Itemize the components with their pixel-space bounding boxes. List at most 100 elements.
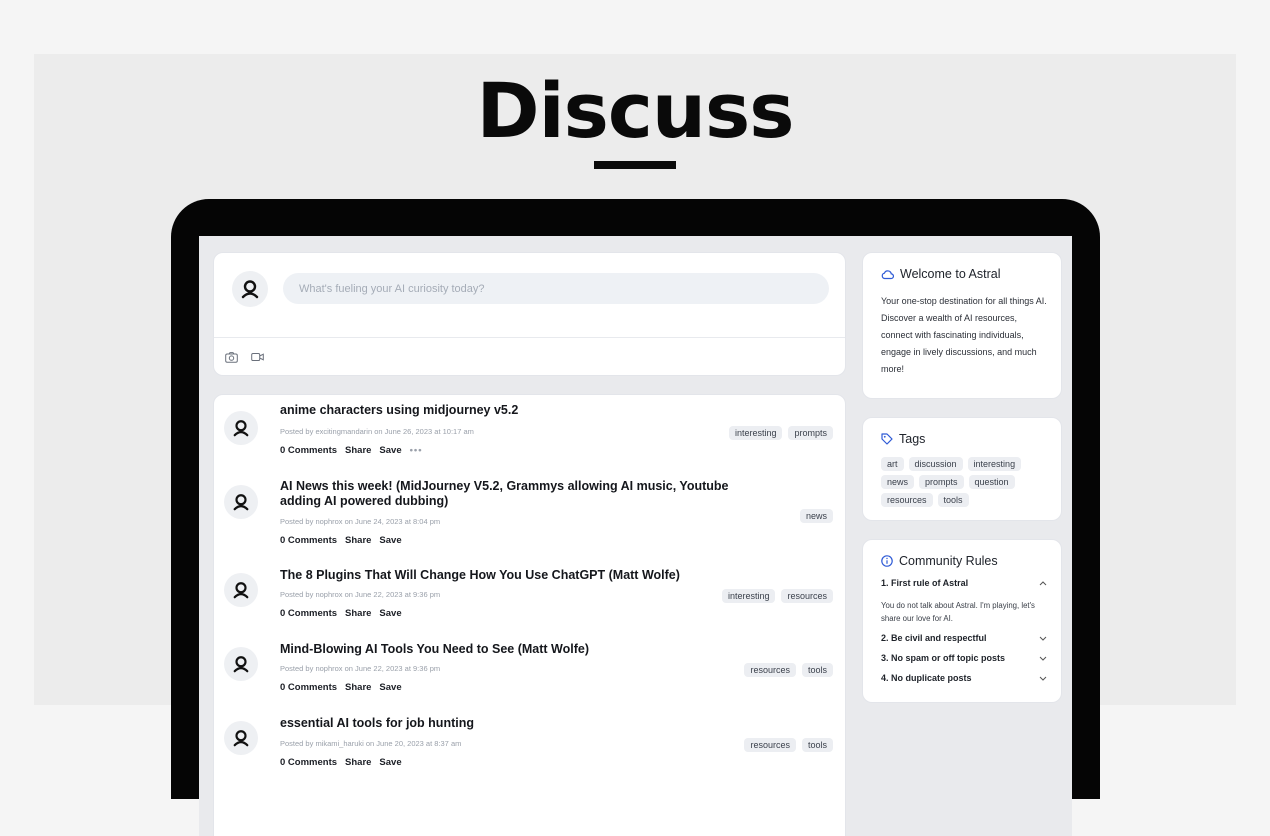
comments-link[interactable]: 0 Comments bbox=[280, 757, 337, 768]
post-actions: 0 Comments Share Save bbox=[280, 535, 402, 546]
post-meta: Posted by nophrox on June 24, 2023 at 8:… bbox=[280, 517, 441, 526]
post-tags: resources tools bbox=[744, 738, 833, 752]
rule-label: 2. Be civil and respectful bbox=[881, 633, 987, 643]
tag-chip[interactable]: discussion bbox=[908, 457, 963, 471]
share-button[interactable]: Share bbox=[345, 445, 371, 456]
tag-chip[interactable]: resources bbox=[744, 738, 796, 752]
avatar[interactable] bbox=[224, 485, 258, 519]
avatar[interactable] bbox=[224, 721, 258, 755]
post-meta: Posted by mikami_haruki on June 20, 2023… bbox=[280, 739, 462, 748]
camera-icon[interactable] bbox=[224, 350, 238, 364]
post-meta: Posted by nophrox on June 22, 2023 at 9:… bbox=[280, 590, 441, 599]
app-screen: anime characters using midjourney v5.2 P… bbox=[199, 236, 1072, 836]
rule-item-1[interactable]: 1. First rule of Astral bbox=[881, 578, 1047, 588]
rule-item-3[interactable]: 3. No spam or off topic posts bbox=[881, 653, 1047, 663]
more-options-icon[interactable]: ••• bbox=[410, 445, 423, 456]
save-button[interactable]: Save bbox=[379, 682, 401, 693]
post-actions: 0 Comments Share Save bbox=[280, 757, 402, 768]
chevron-down-icon bbox=[1039, 656, 1047, 661]
video-icon[interactable] bbox=[250, 350, 264, 364]
tag-chip[interactable]: prompts bbox=[919, 475, 964, 489]
chevron-down-icon bbox=[1039, 636, 1047, 641]
tag-chip[interactable]: tools bbox=[937, 493, 969, 507]
share-button[interactable]: Share bbox=[345, 682, 371, 693]
rule-label: 1. First rule of Astral bbox=[881, 578, 969, 588]
comments-link[interactable]: 0 Comments bbox=[280, 535, 337, 546]
comments-link[interactable]: 0 Comments bbox=[280, 682, 337, 693]
composer-input[interactable] bbox=[283, 273, 829, 304]
cloud-icon bbox=[881, 270, 894, 280]
tags-title: Tags bbox=[899, 432, 926, 446]
tag-chip[interactable]: question bbox=[968, 475, 1015, 489]
rule-item-2[interactable]: 2. Be civil and respectful bbox=[881, 633, 1047, 643]
tag-chip[interactable]: prompts bbox=[788, 426, 833, 440]
post-tags: resources tools bbox=[744, 663, 833, 677]
tags-card: Tags art discussion interesting news pro… bbox=[862, 417, 1062, 521]
user-icon bbox=[233, 420, 249, 437]
avatar[interactable] bbox=[224, 411, 258, 445]
post-title[interactable]: essential AI tools for job hunting bbox=[280, 716, 770, 731]
save-button[interactable]: Save bbox=[379, 608, 401, 619]
rules-title: Community Rules bbox=[899, 554, 998, 568]
hero-title: Discuss bbox=[476, 66, 794, 155]
post-actions: 0 Comments Share Save ••• bbox=[280, 445, 423, 456]
comments-link[interactable]: 0 Comments bbox=[280, 608, 337, 619]
tag-chip[interactable]: tools bbox=[801, 738, 833, 752]
post-tags: interesting prompts bbox=[728, 426, 833, 440]
user-icon bbox=[241, 280, 259, 299]
post-title[interactable]: anime characters using midjourney v5.2 bbox=[280, 403, 770, 418]
post-feed: anime characters using midjourney v5.2 P… bbox=[213, 394, 846, 836]
avatar[interactable] bbox=[224, 647, 258, 681]
tag-chip[interactable]: resources bbox=[881, 493, 933, 507]
comments-link[interactable]: 0 Comments bbox=[280, 445, 337, 456]
rules-header: Community Rules bbox=[881, 554, 998, 568]
tag-chip[interactable]: news bbox=[799, 509, 833, 523]
composer-divider bbox=[214, 337, 845, 338]
user-icon bbox=[233, 494, 249, 511]
chevron-up-icon bbox=[1039, 580, 1047, 585]
save-button[interactable]: Save bbox=[379, 445, 401, 456]
tag-chip[interactable]: interesting bbox=[967, 457, 1022, 471]
rule-description: You do not talk about Astral. I'm playin… bbox=[881, 601, 1035, 623]
tag-chip[interactable]: interesting bbox=[728, 426, 783, 440]
post-title[interactable]: Mind-Blowing AI Tools You Need to See (M… bbox=[280, 642, 770, 657]
tag-chip[interactable]: interesting bbox=[721, 589, 776, 603]
rule-label: 3. No spam or off topic posts bbox=[881, 653, 1006, 663]
tag-chip[interactable]: tools bbox=[801, 663, 833, 677]
post-actions: 0 Comments Share Save bbox=[280, 682, 402, 693]
welcome-card: Welcome to Astral Your one-stop destinat… bbox=[862, 252, 1062, 399]
save-button[interactable]: Save bbox=[379, 535, 401, 546]
user-icon bbox=[233, 656, 249, 673]
share-button[interactable]: Share bbox=[345, 757, 371, 768]
welcome-title: Welcome to Astral bbox=[900, 267, 1001, 281]
tag-icon bbox=[881, 433, 893, 445]
post-meta: Posted by nophrox on June 22, 2023 at 9:… bbox=[280, 664, 441, 673]
save-button[interactable]: Save bbox=[379, 757, 401, 768]
chevron-down-icon bbox=[1039, 676, 1047, 681]
post-tags: news bbox=[799, 509, 833, 523]
tag-cloud: art discussion interesting news prompts … bbox=[881, 457, 1051, 507]
laptop-frame: anime characters using midjourney v5.2 P… bbox=[171, 199, 1100, 836]
welcome-header: Welcome to Astral bbox=[881, 267, 1001, 281]
composer-tools bbox=[224, 350, 264, 364]
post-actions: 0 Comments Share Save bbox=[280, 608, 402, 619]
rule-item-4[interactable]: 4. No duplicate posts bbox=[881, 673, 1047, 683]
community-rules-card: Community Rules 1. First rule of Astral … bbox=[862, 539, 1062, 703]
tag-chip[interactable]: resources bbox=[781, 589, 833, 603]
tag-chip[interactable]: news bbox=[881, 475, 915, 489]
welcome-text: Your one-stop destination for all things… bbox=[881, 296, 1047, 374]
tags-header: Tags bbox=[881, 432, 925, 446]
post-tags: interesting resources bbox=[721, 589, 833, 603]
tag-chip[interactable]: resources bbox=[744, 663, 796, 677]
post-meta: Posted by excitingmandarin on June 26, 2… bbox=[280, 427, 474, 436]
post-title[interactable]: The 8 Plugins That Will Change How You U… bbox=[280, 568, 770, 583]
avatar[interactable] bbox=[224, 573, 258, 607]
tag-chip[interactable]: art bbox=[881, 457, 904, 471]
info-icon bbox=[881, 555, 893, 567]
share-button[interactable]: Share bbox=[345, 535, 371, 546]
share-button[interactable]: Share bbox=[345, 608, 371, 619]
post-title[interactable]: AI News this week! (MidJourney V5.2, Gra… bbox=[280, 479, 770, 509]
user-icon bbox=[233, 582, 249, 599]
user-icon bbox=[233, 730, 249, 747]
avatar[interactable] bbox=[232, 271, 268, 307]
